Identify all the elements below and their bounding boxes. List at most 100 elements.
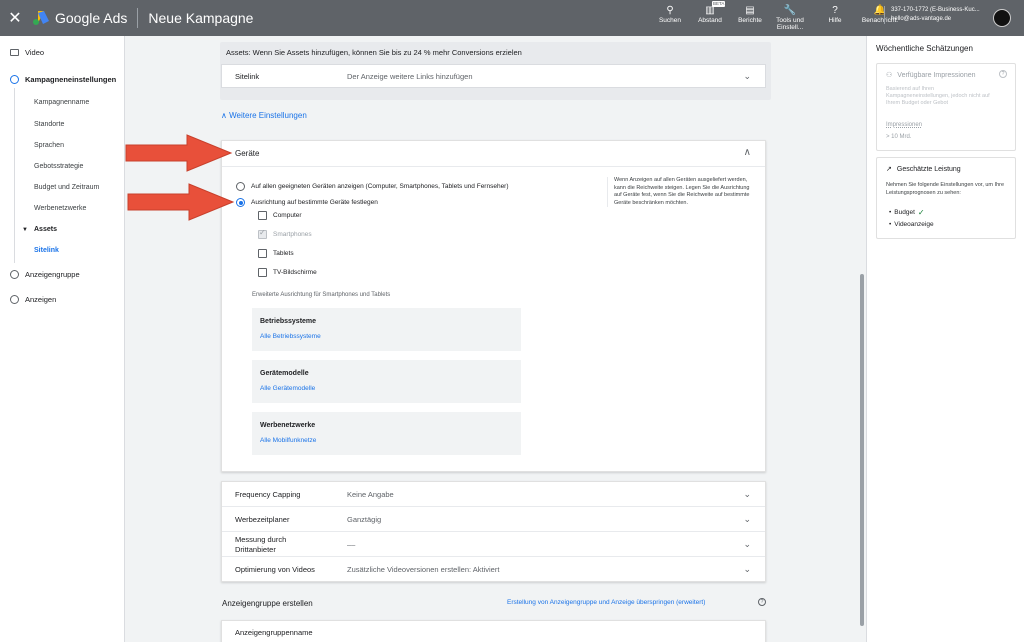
account-info[interactable]: 337-170-1772 (E-Business-Kuc... hello@ad…: [884, 6, 980, 24]
help-icon[interactable]: ?: [999, 70, 1007, 78]
google-ads-logo[interactable]: Google Ads: [32, 10, 127, 26]
nav-item-label: Anzeigen: [25, 295, 57, 304]
help-icon[interactable]: ?: [758, 598, 766, 606]
row-value: Ganztägig: [347, 515, 382, 524]
abstand-label: Abstand: [698, 17, 722, 24]
werbezeitplaner-row[interactable]: Werbezeitplaner Ganztägig ⌄: [222, 507, 765, 532]
close-icon[interactable]: ✕: [0, 8, 30, 28]
messung-row[interactable]: Messung durch Drittanbieter –– ⌄: [222, 532, 765, 557]
weekly-estimates-title: Wöchentliche Schätzungen: [876, 44, 973, 53]
nav-sub-sprachen[interactable]: Sprachen: [34, 142, 64, 149]
radio-all-devices[interactable]: Auf allen geeigneten Geräten anzeigen (C…: [236, 182, 509, 191]
nav-sub-budget[interactable]: Budget und Zeitraum: [34, 184, 99, 191]
help-button[interactable]: ? Hilfe: [810, 0, 860, 36]
toolbar: ⚲ Suchen BETA ▥ Abstand ▤ Berichte 🔧 Too…: [650, 0, 900, 36]
radio-specific-devices[interactable]: Ausrichtung auf bestimmte Geräte festleg…: [236, 198, 378, 207]
skip-adgroup-link[interactable]: Erstellung von Anzeigengruppe und Anzeig…: [507, 599, 705, 606]
weekly-estimates-panel: Wöchentliche Schätzungen ⚇ Verfügbare Im…: [866, 36, 1024, 642]
top-bar: ✕ Google Ads Neue Kampagne ⚲ Suchen BETA…: [0, 0, 1024, 36]
bullet-icon: •: [889, 221, 892, 228]
performance-item-video: • Videoanzeige: [889, 221, 934, 228]
frequency-capping-row[interactable]: Frequency Capping Keine Angabe ⌄: [222, 482, 765, 507]
weitere-einstellungen-label: Weitere Einstellungen: [229, 111, 307, 120]
checkbox-label: TV-Bildschirme: [273, 269, 317, 276]
step-circle-icon: [10, 75, 19, 84]
nav-connector-line: [14, 88, 15, 263]
weitere-einstellungen-toggle[interactable]: ∧ Weitere Einstellungen: [221, 111, 307, 120]
adgroup-name-card[interactable]: Anzeigengruppenname: [221, 620, 766, 642]
checkbox-label: Computer: [273, 212, 302, 219]
avatar[interactable]: [993, 9, 1011, 27]
nav-sub-kampagnenname[interactable]: Kampagnenname: [34, 99, 89, 106]
nav-item-video[interactable]: Video: [10, 48, 44, 57]
nav-sub-standorte[interactable]: Standorte: [34, 121, 64, 128]
row-value: Zusätzliche Videoversionen erstellen: Ak…: [347, 565, 500, 574]
checkbox-tablets[interactable]: Tablets: [258, 249, 294, 258]
nav-item-kampagneneinstellungen[interactable]: Kampagneneinstellungen: [10, 75, 116, 84]
betriebssysteme-box: Betriebssysteme Alle Betriebssysteme: [252, 308, 521, 351]
checkbox-smartphones: Smartphones: [258, 228, 312, 239]
betriebssysteme-link[interactable]: Alle Betriebssysteme: [260, 333, 321, 340]
performance-head-label: Geschätzte Leistung: [896, 165, 961, 173]
performance-item-label: Budget: [894, 209, 915, 216]
chevron-down-icon: ⌄: [743, 514, 751, 524]
left-navigation: Video Kampagneneinstellungen Kampagnenna…: [0, 36, 125, 642]
adgroup-section-title: Anzeigengruppe erstellen: [222, 599, 313, 608]
impressions-head: ⚇ Verfügbare Impressionen: [886, 71, 976, 80]
main-scrollbar[interactable]: [860, 274, 864, 626]
checkbox-tv[interactable]: TV-Bildschirme: [258, 268, 317, 277]
advanced-targeting-label: Erweiterte Ausrichtung für Smartphones u…: [252, 292, 391, 298]
chevron-down-icon: ⌄: [743, 539, 751, 549]
search-icon: ⚲: [666, 5, 674, 16]
beta-badge: BETA: [712, 1, 726, 7]
mobilfunknetze-link[interactable]: Alle Mobilfunknetze: [260, 437, 316, 444]
search-button[interactable]: ⚲ Suchen: [650, 0, 690, 36]
row-value: Keine Angabe: [347, 490, 394, 499]
radio-specific-devices-label: Ausrichtung auf bestimmte Geräte festleg…: [251, 199, 378, 206]
row-label: Frequency Capping: [235, 490, 301, 499]
expand-triangle-icon: ▼: [22, 227, 28, 233]
nav-item-anzeigengruppe[interactable]: Anzeigengruppe: [10, 270, 80, 279]
performance-text: Nehmen Sie folgende Einstellungen vor, u…: [886, 182, 1005, 196]
nav-sub-sitelink[interactable]: Sitelink: [34, 247, 59, 254]
adgroup-name-label: Anzeigengruppenname: [235, 628, 313, 637]
checkbox-icon: [258, 211, 267, 220]
abstand-button[interactable]: BETA ▥ Abstand: [690, 0, 730, 36]
logo-text: Google Ads: [55, 10, 128, 26]
people-icon: ⚇: [886, 72, 893, 79]
chevron-up-icon: ∧: [221, 111, 227, 120]
help-label: Hilfe: [828, 17, 842, 24]
nav-sub-werbenetzwerke[interactable]: Werbenetzwerke: [34, 205, 86, 212]
nav-sub-gebotsstrategie[interactable]: Gebotsstrategie: [34, 163, 83, 170]
google-ads-logo-icon: [33, 11, 49, 25]
account-id: 337-170-1772 (E-Business-Kuc...: [891, 7, 980, 13]
performance-box: ↗ Geschätzte Leistung Nehmen Sie folgend…: [876, 157, 1016, 239]
video-icon: [10, 49, 19, 56]
checkbox-checked-disabled-icon: [258, 228, 267, 239]
check-icon: ✓: [917, 208, 925, 217]
performance-item-budget: • Budget ✓: [889, 208, 925, 217]
geraetemodelle-link[interactable]: Alle Gerätemodelle: [260, 385, 315, 392]
werbenetzwerke-title: Werbenetzwerke: [260, 422, 316, 429]
video-optimierung-row[interactable]: Optimierung von Videos Zusätzliche Video…: [222, 557, 765, 582]
nav-item-label: Anzeigengruppe: [25, 270, 80, 279]
sitelink-row[interactable]: Sitelink Der Anzeige weitere Links hinzu…: [221, 64, 766, 88]
nav-sub-assets[interactable]: Assets: [34, 226, 57, 233]
geraete-header[interactable]: Geräte ∧: [222, 141, 765, 167]
nav-item-anzeigen[interactable]: Anzeigen: [10, 295, 56, 304]
tools-settings-label: Tools und Einstell...: [776, 17, 804, 31]
checkbox-icon: [258, 249, 267, 258]
reports-button[interactable]: ▤ Berichte: [730, 0, 770, 36]
radio-all-devices-label: Auf allen geeigneten Geräten anzeigen (C…: [251, 183, 509, 190]
geraete-title: Geräte: [235, 149, 260, 158]
account-email: hello@ads-vantage.de: [891, 16, 952, 22]
checkbox-computer[interactable]: Computer: [258, 211, 302, 220]
red-arrow-geraete: [125, 134, 233, 172]
chevron-down-icon: ⌄: [743, 489, 751, 499]
radio-unselected-icon: [236, 182, 245, 191]
impressions-label: Impressionen: [886, 122, 923, 128]
page-title: Neue Kampagne: [148, 10, 254, 26]
tools-settings-button[interactable]: 🔧 Tools und Einstell...: [770, 0, 810, 36]
checkbox-label: Smartphones: [273, 231, 312, 238]
performance-item-label: Videoanzeige: [894, 221, 934, 228]
